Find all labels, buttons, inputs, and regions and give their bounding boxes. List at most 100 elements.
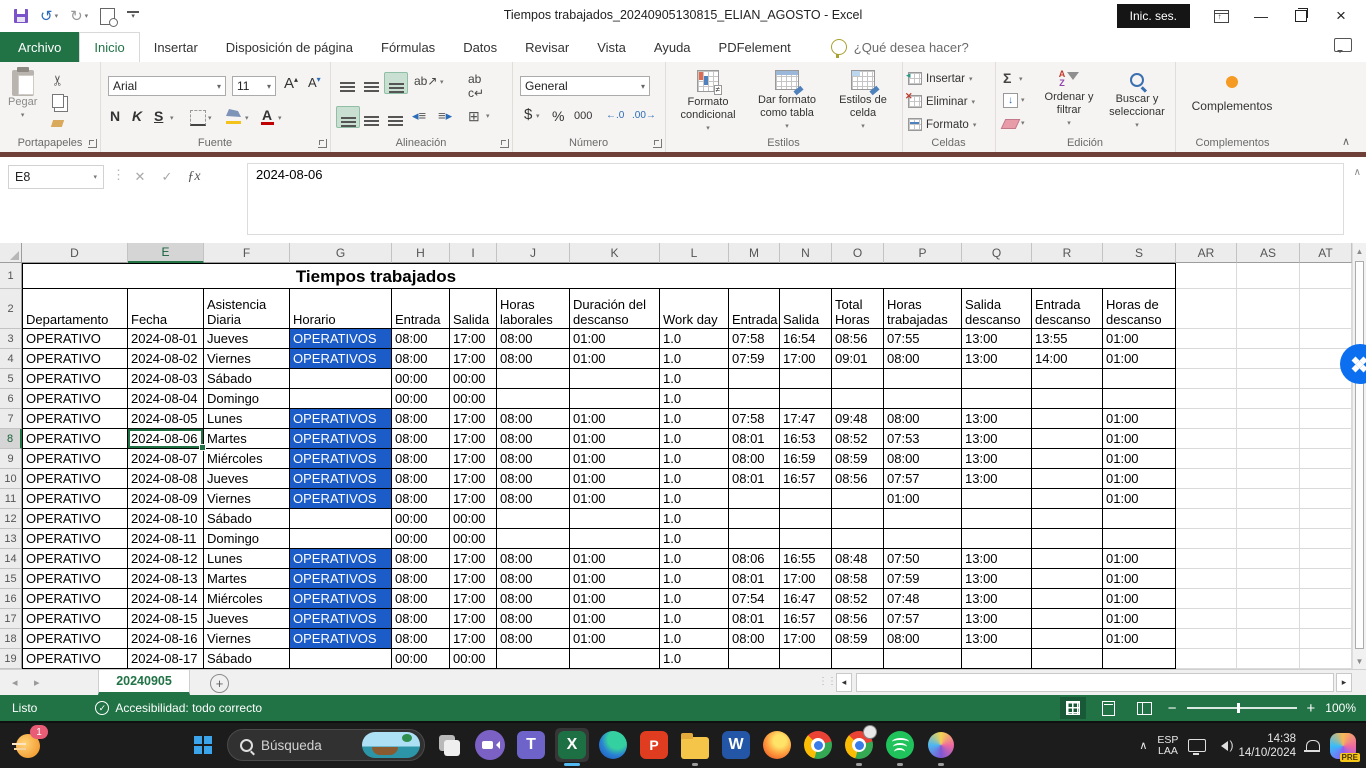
ext-cell[interactable] bbox=[1176, 449, 1237, 469]
tab-datos[interactable]: Datos bbox=[449, 32, 511, 62]
cell[interactable] bbox=[497, 509, 570, 529]
cell[interactable]: 07:54 bbox=[729, 589, 780, 609]
cell[interactable]: 01:00 bbox=[570, 469, 660, 489]
cell[interactable] bbox=[962, 489, 1032, 509]
cell[interactable]: Sábado bbox=[204, 509, 290, 529]
cell[interactable]: 08:00 bbox=[497, 469, 570, 489]
cell[interactable]: 2024-08-12 bbox=[128, 549, 204, 569]
cell[interactable]: 2024-08-13 bbox=[128, 569, 204, 589]
cell[interactable]: OPERATIVO bbox=[22, 429, 128, 449]
cell[interactable]: OPERATIVO bbox=[22, 549, 128, 569]
cell[interactable]: 1.0 bbox=[660, 429, 729, 449]
column-header-AR[interactable]: AR bbox=[1176, 243, 1237, 263]
cell[interactable]: Jueves bbox=[204, 329, 290, 349]
cell[interactable]: 1.0 bbox=[660, 569, 729, 589]
ext-cell[interactable] bbox=[1300, 469, 1352, 489]
cell[interactable]: 1.0 bbox=[660, 409, 729, 429]
cell[interactable]: 1.0 bbox=[660, 609, 729, 629]
cell[interactable]: OPERATIVOS bbox=[290, 549, 392, 569]
table-header-cell[interactable]: Horas laborales bbox=[497, 289, 570, 329]
cell[interactable]: 00:00 bbox=[450, 649, 497, 669]
cell[interactable] bbox=[962, 389, 1032, 409]
cell[interactable]: 09:48 bbox=[832, 409, 884, 429]
column-header-J[interactable]: J bbox=[497, 243, 570, 263]
cell[interactable]: Sábado bbox=[204, 649, 290, 669]
cell[interactable]: 1.0 bbox=[660, 529, 729, 549]
cell[interactable]: 08:59 bbox=[832, 449, 884, 469]
cell[interactable] bbox=[497, 389, 570, 409]
cell[interactable]: 07:58 bbox=[729, 329, 780, 349]
ext-cell[interactable] bbox=[1237, 589, 1300, 609]
insert-cells-button[interactable]: ◂ Insertar ▾ bbox=[906, 70, 973, 85]
cell[interactable] bbox=[1103, 389, 1176, 409]
clear-button[interactable] bbox=[1000, 119, 1021, 129]
cell[interactable] bbox=[1032, 649, 1103, 669]
tab-ayuda[interactable]: Ayuda bbox=[640, 32, 705, 62]
cell[interactable]: OPERATIVOS bbox=[290, 429, 392, 449]
customize-qat-button[interactable]: ▾ bbox=[127, 11, 140, 21]
cell[interactable]: OPERATIVO bbox=[22, 569, 128, 589]
undo-dropdown-icon[interactable]: ▾ bbox=[55, 12, 59, 20]
cell[interactable]: Viernes bbox=[204, 629, 290, 649]
cell[interactable] bbox=[832, 529, 884, 549]
ext-cell[interactable] bbox=[1300, 529, 1352, 549]
cell[interactable]: 08:00 bbox=[392, 349, 450, 369]
cell[interactable]: 17:00 bbox=[780, 569, 832, 589]
cell[interactable]: 1.0 bbox=[660, 589, 729, 609]
row-header-4[interactable]: 4 bbox=[0, 349, 22, 369]
borders-icon[interactable] bbox=[190, 110, 206, 126]
tray-chevron-icon[interactable]: ∧ bbox=[1139, 739, 1147, 752]
underline-button[interactable]: S bbox=[154, 108, 163, 124]
cell[interactable]: Jueves bbox=[204, 609, 290, 629]
print-preview-button[interactable] bbox=[100, 7, 119, 27]
cell[interactable]: 13:00 bbox=[962, 429, 1032, 449]
column-header-K[interactable]: K bbox=[570, 243, 660, 263]
orientation-icon[interactable]: ab↗ bbox=[414, 74, 437, 88]
cell[interactable]: 08:48 bbox=[832, 549, 884, 569]
cell[interactable]: 01:00 bbox=[570, 489, 660, 509]
cell[interactable]: 1.0 bbox=[660, 329, 729, 349]
sheet-tab-active[interactable]: 20240905 bbox=[98, 670, 190, 695]
cell[interactable]: 08:06 bbox=[729, 549, 780, 569]
cell[interactable] bbox=[832, 649, 884, 669]
cell[interactable]: OPERATIVO bbox=[22, 609, 128, 629]
cell[interactable]: 13:55 bbox=[1032, 329, 1103, 349]
cell[interactable]: 17:00 bbox=[450, 489, 497, 509]
cell[interactable]: 08:56 bbox=[832, 329, 884, 349]
cell[interactable] bbox=[780, 489, 832, 509]
start-button[interactable] bbox=[186, 728, 220, 762]
column-header-F[interactable]: F bbox=[204, 243, 290, 263]
cell[interactable] bbox=[884, 389, 962, 409]
column-header-E[interactable]: E bbox=[128, 243, 204, 263]
cell[interactable]: 08:00 bbox=[497, 349, 570, 369]
cell[interactable]: 08:00 bbox=[392, 409, 450, 429]
cell[interactable]: OPERATIVO bbox=[22, 589, 128, 609]
cell[interactable]: 01:00 bbox=[570, 549, 660, 569]
cell[interactable]: 00:00 bbox=[392, 649, 450, 669]
cell[interactable] bbox=[290, 389, 392, 409]
ext-cell[interactable] bbox=[1176, 509, 1237, 529]
cell[interactable]: 13:00 bbox=[962, 469, 1032, 489]
word-icon[interactable]: W bbox=[719, 728, 753, 762]
number-dialog-launcher[interactable] bbox=[653, 139, 662, 148]
ext-cell[interactable] bbox=[1237, 263, 1300, 289]
cell[interactable]: 00:00 bbox=[392, 529, 450, 549]
font-color-icon[interactable]: A bbox=[262, 107, 272, 123]
ext-cell[interactable] bbox=[1237, 489, 1300, 509]
cell[interactable]: 07:53 bbox=[884, 429, 962, 449]
cell[interactable]: OPERATIVO bbox=[22, 329, 128, 349]
tab-archivo[interactable]: Archivo bbox=[0, 32, 80, 62]
table-header-cell[interactable]: Work day bbox=[660, 289, 729, 329]
tab-f-rmulas[interactable]: Fórmulas bbox=[367, 32, 449, 62]
cell[interactable] bbox=[1032, 489, 1103, 509]
ext-cell[interactable] bbox=[1237, 549, 1300, 569]
cell[interactable] bbox=[1032, 449, 1103, 469]
cell[interactable] bbox=[780, 389, 832, 409]
row-header-6[interactable]: 6 bbox=[0, 389, 22, 409]
cell[interactable]: 2024-08-17 bbox=[128, 649, 204, 669]
cell[interactable]: 1.0 bbox=[660, 509, 729, 529]
table-header-cell[interactable]: Salida bbox=[450, 289, 497, 329]
ext-cell[interactable] bbox=[1176, 369, 1237, 389]
column-header-O[interactable]: O bbox=[832, 243, 884, 263]
cell[interactable] bbox=[884, 369, 962, 389]
